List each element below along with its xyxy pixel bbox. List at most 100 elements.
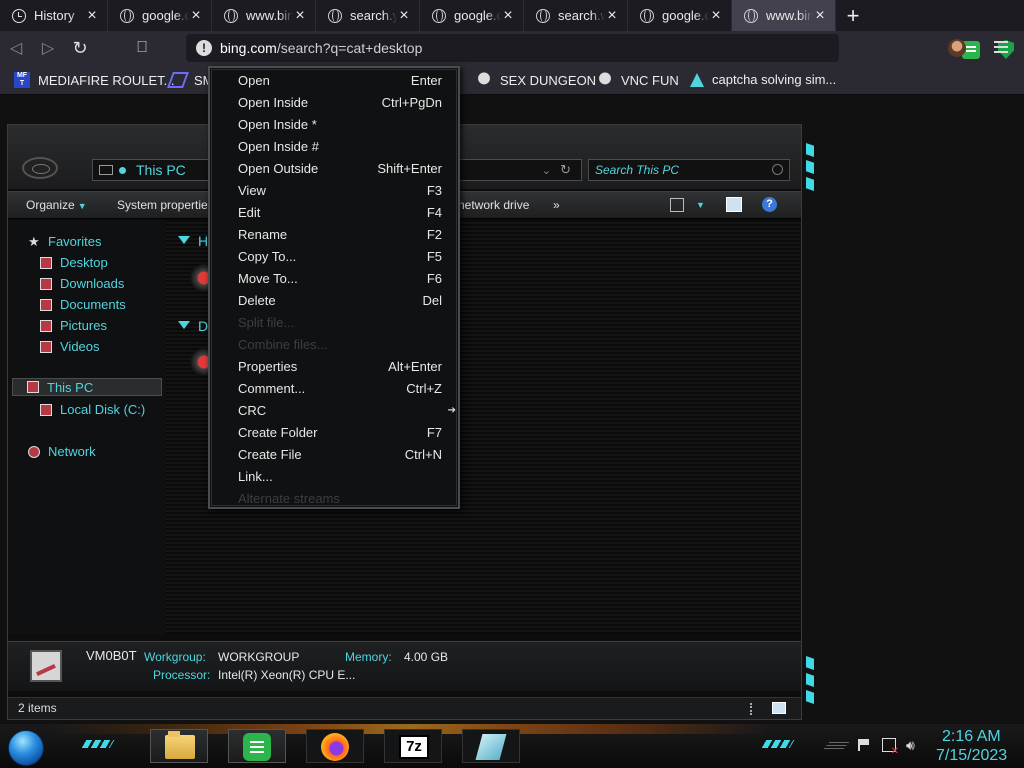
computer-name: VM0B0T [86,648,137,663]
tab-bing-active[interactable]: www.bing.com × [732,0,836,31]
7zip-icon: 7z [399,735,429,759]
menu-item[interactable]: Open Enter [238,69,442,91]
bookmark-dungeon[interactable]: SEX DUNGEON [476,72,596,88]
network-disconnected-icon[interactable] [882,738,899,757]
menu-item[interactable]: Edit F4 [238,201,442,223]
group-header[interactable]: D [198,318,208,334]
refresh-icon[interactable]: ↻ [560,162,571,178]
nav-label: Desktop [60,255,108,270]
taskbar-glass-button[interactable] [462,729,520,763]
tiles-view-icon[interactable] [772,702,786,714]
breadcrumb[interactable]: This PC [136,162,186,178]
menu-item-shortcut: Shift+Enter [377,160,442,176]
tab-google-1[interactable]: google.com × [108,0,212,31]
nav-local-disk[interactable]: Local Disk (C:) [40,402,145,417]
menu-item[interactable]: Link... [238,465,442,487]
menu-item[interactable]: Comment... Ctrl+Z [238,377,442,399]
bookmark-captcha[interactable]: captcha solving sim... [690,72,836,87]
tab-close-icon[interactable]: × [709,7,723,23]
nav-documents[interactable]: Documents [40,297,126,312]
menu-item[interactable]: Create File Ctrl+N [238,443,442,465]
menu-item-shortcut: F6 [426,270,442,286]
chevron-down-icon[interactable]: ⌄ [542,164,551,177]
desktop: History × google.com × www.bing.com × se… [0,0,1024,768]
bookmark-vnc[interactable]: VNC FUN [597,72,679,88]
context-menu: Open Enter Open Inside Ctrl+PgDn Open Inside… [208,66,460,509]
site-info-icon[interactable]: ! [196,40,212,56]
back-icon[interactable]: ◁ [0,32,32,64]
menu-item[interactable]: View F3 [238,179,442,201]
nav-pictures[interactable]: Pictures [40,318,107,333]
nav-videos[interactable]: Videos [40,339,100,354]
tab-yahoo[interactable]: search.yahoo × [316,0,420,31]
nav-network[interactable]: Network [28,444,96,459]
show-hidden-icons-icon[interactable] [822,742,850,750]
taskbar-7zip-button[interactable]: 7z [384,729,442,763]
action-center-flag-icon[interactable] [858,739,870,751]
taskbar-firefox-button[interactable] [306,729,364,763]
url-bar[interactable]: ! bing.com/search?q=cat+desktop [186,34,1014,62]
menu-item[interactable]: Open Inside Ctrl+PgDn [238,91,442,113]
tab-close-icon[interactable]: × [813,7,827,23]
tab-close-icon[interactable]: × [501,7,515,23]
tab-close-icon[interactable]: × [397,7,411,23]
menu-item[interactable]: Delete Del [238,289,442,311]
taskbar-explorer-button[interactable] [150,729,208,763]
more-button[interactable]: » [553,198,560,212]
hamburger-menu-icon[interactable] [994,39,1008,53]
reload-icon[interactable]: ↻ [64,32,96,64]
details-view-icon[interactable] [750,703,758,715]
menu-item[interactable]: Copy To... F5 [238,245,442,267]
tab-google-3[interactable]: google.com × [628,0,732,31]
bookmark-mediafire[interactable]: MF T MEDIAFIRE ROULET... [14,72,175,88]
menu-item-shortcut: F7 [426,424,442,440]
group-header[interactable]: H [198,233,208,249]
tab-close-icon[interactable]: × [85,7,99,23]
menu-item[interactable]: Rename F2 [238,223,442,245]
collapse-arrow-icon[interactable] [178,321,190,329]
tab-search-web[interactable]: search.web × [524,0,628,31]
view-options-icon[interactable] [670,198,684,212]
collapse-arrow-icon[interactable] [178,236,190,244]
tab-close-icon[interactable]: × [189,7,203,23]
nav-downloads[interactable]: Downloads [40,276,124,291]
menu-item[interactable]: CRC ➔ [238,399,456,421]
organize-button[interactable]: Organize ▼ [26,198,87,212]
menu-item[interactable]: Open Outside Shift+Enter [238,157,442,179]
system-properties-button[interactable]: System properties [117,198,214,212]
tab-close-icon[interactable]: × [293,7,307,23]
taskbar-notes-button[interactable] [228,729,286,763]
search-input[interactable]: Search This PC [588,159,790,181]
forward-icon[interactable]: ▷ [32,32,64,64]
nav-label: Network [48,444,96,459]
volume-icon[interactable]: 🔊︎ [906,737,915,754]
menu-item[interactable]: Create Folder F7 [238,421,442,443]
dropdown-arrow-icon[interactable]: ▼ [696,200,705,210]
nav-desktop[interactable]: Desktop [40,255,108,270]
globe-icon [744,8,758,23]
menu-item[interactable]: Properties Alt+Enter [238,355,442,377]
tab-google-2[interactable]: google.com × [420,0,524,31]
tab-history[interactable]: History × [0,0,108,31]
map-network-drive-button[interactable]: network drive [458,198,529,212]
taskbar-decoration [761,740,795,748]
new-tab-icon[interactable]: + [840,0,866,31]
menu-item[interactable]: Open Inside # [238,135,442,157]
documents-icon [40,298,52,311]
clock-date[interactable]: 7/15/2023 [936,747,1007,765]
menu-item[interactable]: Open Inside * [238,113,442,135]
start-button[interactable] [8,730,44,766]
profile-avatar-icon[interactable] [948,39,966,57]
decor-notch [806,673,814,687]
tab-close-icon[interactable]: × [605,7,619,23]
help-icon[interactable]: ? [762,197,777,212]
bookmark-sm[interactable]: SM [167,72,214,88]
nav-favorites[interactable]: ★ Favorites [28,234,101,249]
tab-bing-1[interactable]: www.bing.com × [212,0,316,31]
preview-pane-icon[interactable] [726,197,742,212]
menu-item[interactable]: Move To... F6 [238,267,442,289]
nav-this-pc[interactable]: This PC [12,378,162,396]
clock-time[interactable]: 2:16 AM [942,728,1001,746]
workgroup-label: Workgroup: [144,650,206,664]
bookmark-icon[interactable]: ⎕ [126,32,158,64]
